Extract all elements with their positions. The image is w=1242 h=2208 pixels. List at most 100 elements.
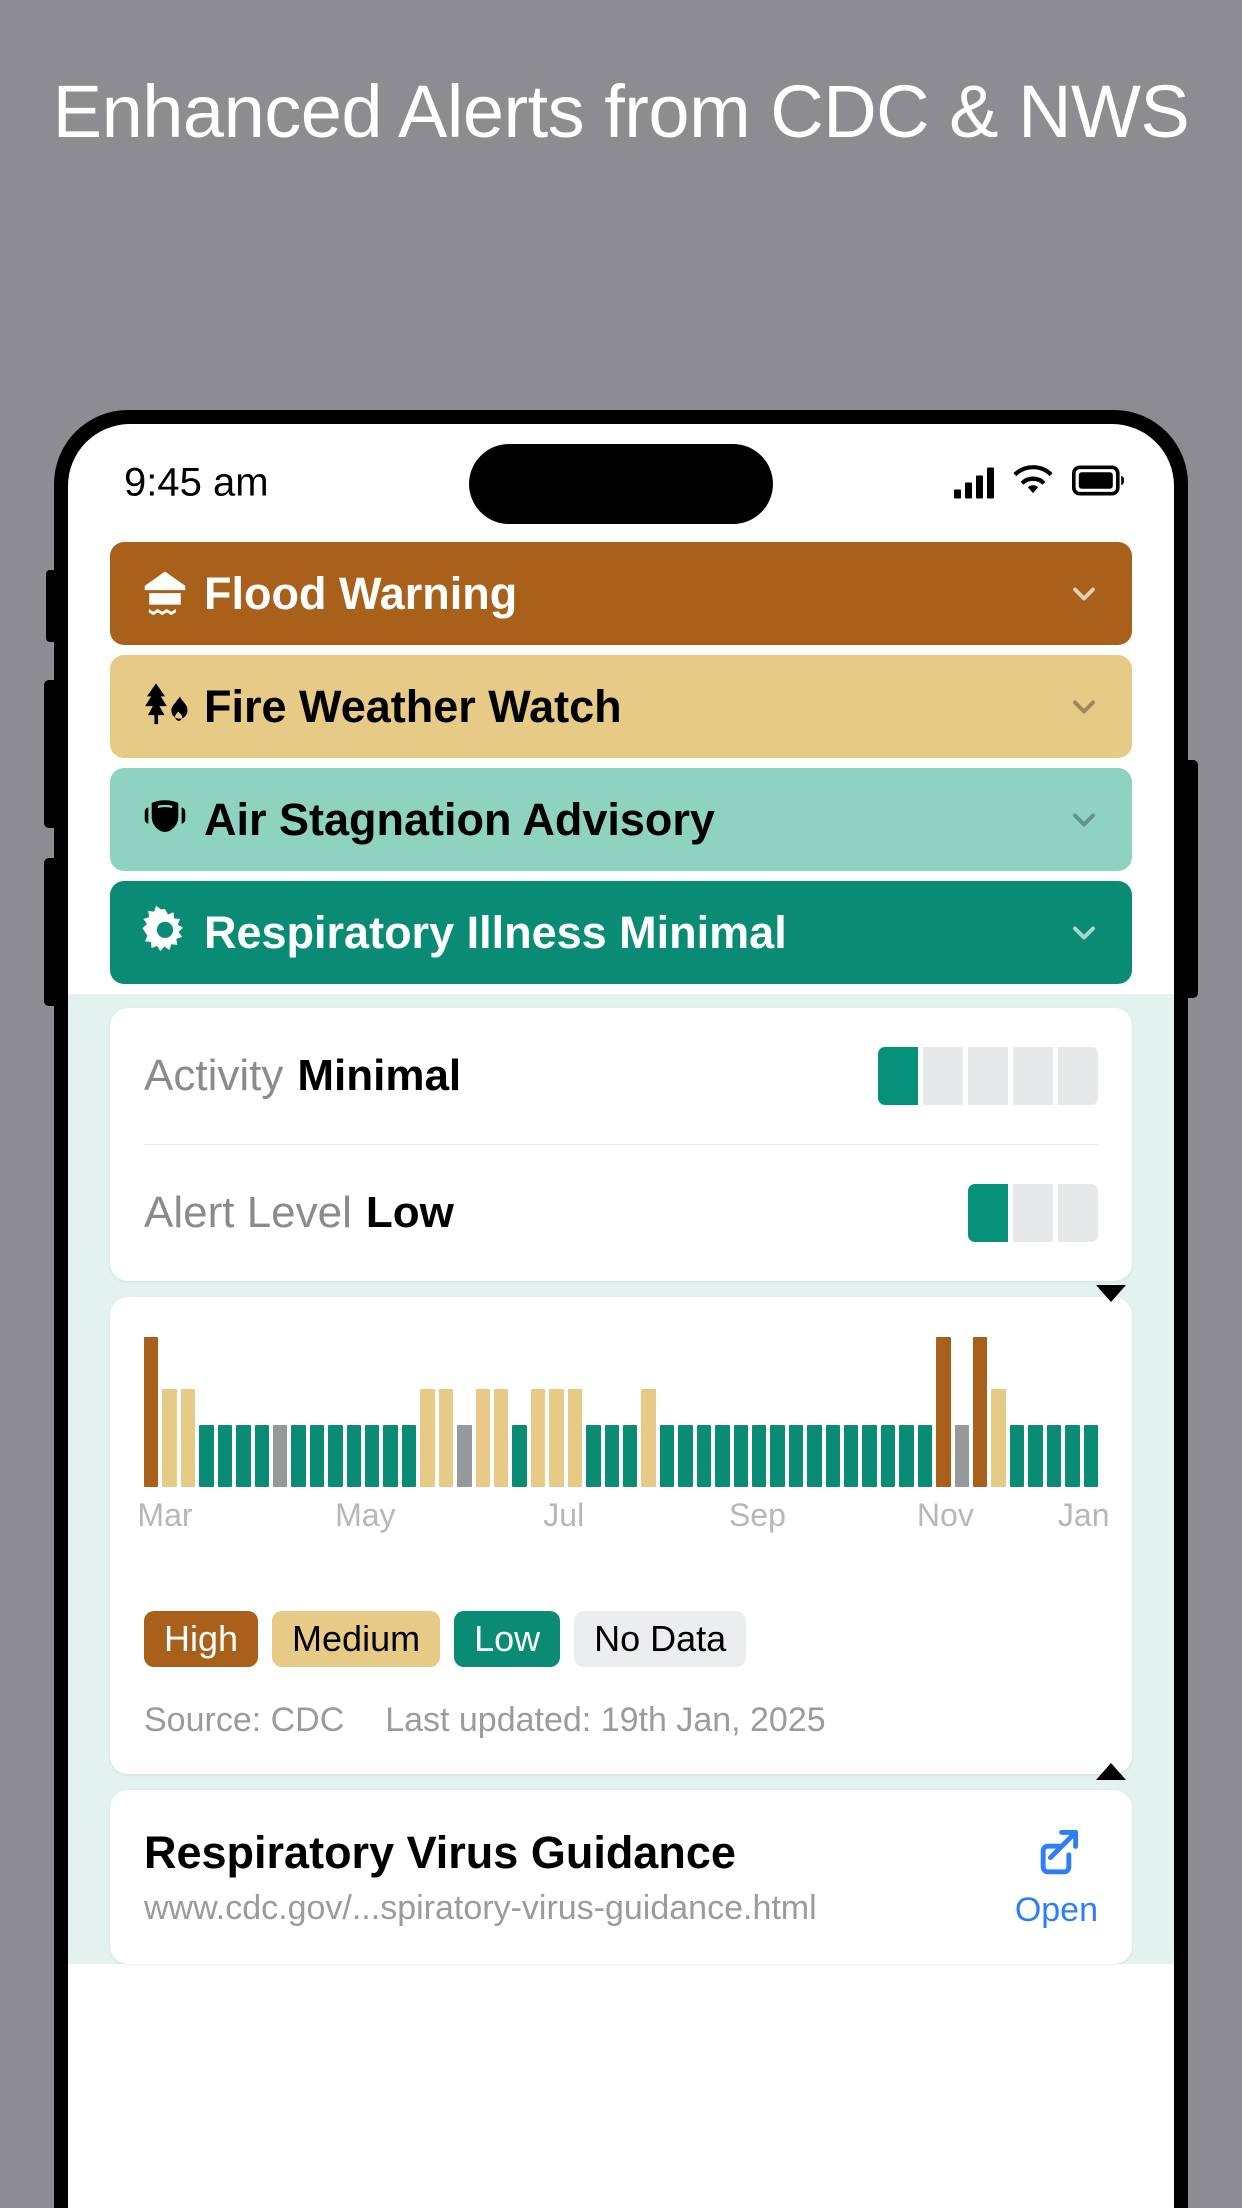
chevron-down-icon[interactable] [1066,802,1102,838]
link-title: Respiratory Virus Guidance [144,1826,736,1878]
status-bar-clock: 9:45 am [124,460,269,505]
chart-bar [494,1389,509,1487]
chart-bar [346,1425,362,1487]
chart-bar [144,1337,159,1487]
chart-bar [1046,1425,1062,1487]
legend-chip[interactable]: High [144,1611,259,1667]
chart-bar [751,1425,767,1487]
chart-month-label: Sep [728,1497,786,1533]
external-link-icon [1028,1829,1084,1884]
virus-icon [136,904,194,962]
screenshot-stage: Enhanced Alerts from CDC & NWS 9:45 am F… [0,0,1242,2208]
chart-bar [328,1425,343,1487]
chart-bar [678,1425,693,1487]
status-bar: 9:45 am [68,424,1174,542]
chart-source-line: Source: CDC Last updated: 19th Jan, 2025 [144,1701,1098,1740]
chart-month-label: May [335,1497,396,1533]
mute-switch[interactable] [46,570,55,642]
chart-bar [917,1425,933,1487]
chart-bar [807,1425,822,1487]
chart-month-label: Mar [137,1497,193,1533]
chevron-down-icon[interactable] [1066,915,1102,951]
chart-month-label: Jan [1057,1497,1110,1533]
chart-bar [420,1389,435,1487]
chart-bar [567,1389,583,1487]
chart-bar [659,1425,675,1487]
alert-row-air-stagnation-advisory[interactable]: Air Stagnation Advisory [110,768,1132,871]
volume-up-button[interactable] [44,858,55,1006]
alert-title: Air Stagnation Advisory [204,793,715,845]
alert-title: Flood Warning [204,567,518,619]
chart-bar [954,1425,969,1487]
chart-bar [254,1425,269,1487]
chart-plot-area [144,1327,1098,1487]
alert-title: Respiratory Illness Minimal [204,906,787,958]
chart-bar [272,1425,288,1487]
chevron-down-icon[interactable] [1066,689,1102,725]
alert-row-fire-weather-watch[interactable]: Fire Weather Watch [110,655,1132,758]
legend-chip[interactable]: No Data [574,1611,747,1667]
phone-screen: 9:45 am Flood Warning Fire Weather Watch… [68,424,1174,2208]
source-label: Source: CDC [144,1701,345,1739]
chart-bar [383,1425,398,1487]
chart-bar [401,1425,417,1487]
power-button[interactable] [1187,760,1198,998]
chart-bar [972,1337,988,1487]
guidance-link-card[interactable]: Respiratory Virus Guidance www.cdc.gov/.… [110,1790,1132,1964]
metric-value: Minimal [297,1051,462,1100]
chart-bar [844,1425,859,1487]
alert-row-flood-warning[interactable]: Flood Warning [110,542,1132,645]
metric-label: Alert Level [144,1188,352,1237]
activity-bar-series [144,1327,1098,1487]
chevron-down-icon[interactable] [1066,576,1102,612]
dynamic-island [469,444,773,524]
open-link-button[interactable]: Open [991,1824,1098,1930]
chart-bar [236,1425,251,1487]
chart-bar [217,1425,233,1487]
page-title: Enhanced Alerts from CDC & NWS [52,70,1190,153]
chart-bar [309,1425,325,1487]
volume-down-button[interactable] [44,680,55,828]
tree-fire-icon [136,678,194,736]
activity-history-chart-card: Mar May Jul Sep Nov Jan High Medium Low No Data … [110,1285,1132,1780]
chart-bar [365,1425,380,1487]
chart-bar [530,1389,546,1487]
chart-bar [457,1425,472,1487]
legend-chip[interactable]: Medium [272,1611,441,1667]
chart-bar [788,1425,804,1487]
activity-level-gauge [878,1047,1098,1105]
chart-bar [991,1389,1006,1487]
chart-bar [696,1425,712,1487]
chart-bar [825,1425,841,1487]
alert-row-respiratory-illness[interactable]: Respiratory Illness Minimal [110,881,1132,984]
triangle-down-icon[interactable] [1096,1285,1126,1302]
alert-list: Flood Warning Fire Weather Watch Air Sta… [68,542,1174,984]
triangle-up-icon[interactable] [1096,1763,1126,1780]
chart-bar [862,1425,877,1487]
metric-label: Activity [144,1051,284,1100]
legend-chip[interactable]: Low [454,1611,561,1667]
chart-legend: High Medium Low No Data [144,1611,1098,1667]
battery-icon [1071,465,1124,501]
chart-bar [291,1425,306,1487]
chart-bar [1083,1425,1098,1487]
metric-value: Low [365,1188,454,1237]
chart-month-label: Nov [916,1497,974,1533]
chart-bar [622,1425,638,1487]
open-label: Open [1014,1891,1098,1929]
last-updated-label: Last updated: 19th Jan, 2025 [385,1701,826,1739]
alert-level-gauge [968,1184,1098,1242]
chart-bar [586,1425,601,1487]
chart-bar [770,1425,785,1487]
chart-bar [475,1389,491,1487]
chart-bar [549,1389,564,1487]
status-bar-icons [954,465,1124,502]
metric-row-activity: Activity Minimal [110,1008,1132,1144]
metrics-card: Activity Minimal Alert Level Low [110,1008,1132,1281]
chart-bar [162,1389,177,1487]
chart-bar [1028,1425,1043,1487]
chart-bar [880,1425,896,1487]
face-mask-icon [136,791,194,849]
chart-bar [641,1389,656,1487]
phone-device-frame: 9:45 am Flood Warning Fire Weather Watch… [44,410,1198,2208]
